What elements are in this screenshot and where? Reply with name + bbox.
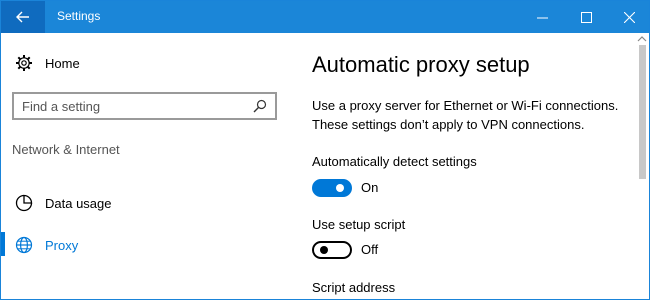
toggle-knob	[320, 246, 328, 254]
auto-detect-state: On	[361, 180, 379, 195]
back-button[interactable]	[1, 1, 45, 33]
section-label: Network & Internet	[12, 142, 120, 157]
close-button[interactable]	[607, 1, 649, 33]
title-bar: Settings	[1, 1, 649, 33]
window-title: Settings	[57, 9, 101, 23]
sidebar: Home Network & Internet Data usage	[1, 33, 281, 299]
search-icon[interactable]	[253, 99, 267, 113]
search-input[interactable]	[22, 97, 242, 115]
scrollbar[interactable]	[635, 33, 649, 299]
scroll-up-arrow-icon[interactable]	[637, 35, 647, 43]
sidebar-item-data-usage[interactable]: Data usage	[1, 185, 281, 221]
setup-script-label: Use setup script	[312, 217, 406, 232]
globe-icon	[15, 236, 33, 254]
main-content: Automatic proxy setup Use a proxy server…	[281, 33, 636, 299]
sidebar-item-proxy[interactable]: Proxy	[1, 227, 281, 263]
toggle-knob	[336, 184, 344, 192]
description: Use a proxy server for Ethernet or Wi-Fi…	[312, 98, 619, 132]
back-arrow-icon	[16, 11, 29, 23]
search-box[interactable]	[12, 92, 277, 120]
settings-window: Settings Home Find a setting Network & I…	[0, 0, 650, 300]
sidebar-item-home[interactable]: Home	[1, 45, 281, 81]
minimize-button[interactable]	[520, 1, 564, 33]
maximize-button[interactable]	[564, 1, 608, 33]
auto-detect-toggle[interactable]	[312, 179, 352, 197]
sidebar-item-label: Home	[45, 55, 80, 71]
maximize-icon	[580, 11, 592, 23]
sidebar-item-label: Proxy	[45, 237, 79, 253]
auto-detect-label: Automatically detect settings	[312, 154, 477, 169]
sidebar-item-label: Data usage	[45, 195, 112, 211]
minimize-icon	[536, 17, 548, 18]
script-address-label: Script address	[312, 280, 396, 295]
data-usage-icon	[15, 194, 33, 212]
page-title: Automatic proxy setup	[312, 52, 530, 77]
close-icon	[623, 11, 635, 23]
setup-script-state: Off	[361, 242, 379, 257]
setup-script-toggle[interactable]	[312, 241, 352, 259]
scrollbar-thumb[interactable]	[639, 45, 646, 179]
gear-icon	[16, 55, 32, 71]
